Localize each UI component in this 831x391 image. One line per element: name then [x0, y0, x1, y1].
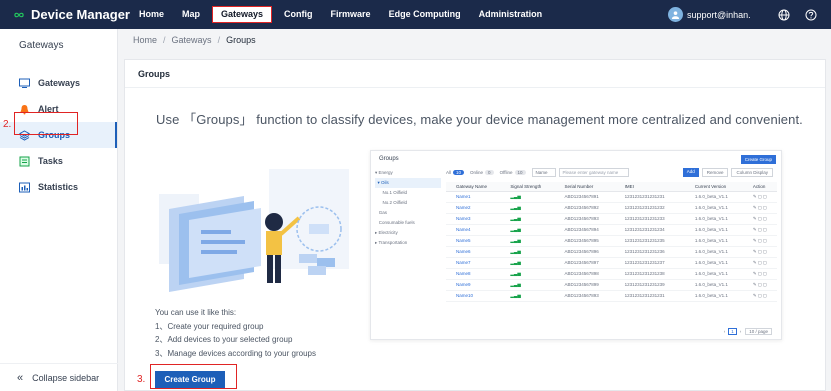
nav-menu: Home Map Gateways Config Firmware Edge C…	[130, 0, 551, 29]
globe-icon[interactable]	[777, 8, 791, 22]
preview-tab-offline: Offline 10	[500, 170, 526, 175]
column-header: Serial Number	[564, 182, 625, 192]
column-header: Current Version	[694, 182, 753, 192]
page-headline: Use 「Groups」 function to classify device…	[156, 112, 803, 127]
sidebar: Gateways Gateways Alert Groups Tasks Sta…	[0, 29, 118, 391]
sidebar-item-label: Statistics	[38, 182, 79, 192]
tree-node: No.1 Oilfield	[382, 190, 408, 195]
groups-illustration	[159, 169, 349, 292]
breadcrumb-home[interactable]: Home	[133, 35, 157, 45]
nav-firmware[interactable]: Firmware	[322, 0, 380, 29]
step-3-highlight	[150, 364, 237, 389]
usage-step: 2、Add devices to your selected group	[155, 335, 293, 344]
preview-remove-button: Remove	[701, 168, 729, 177]
user-name[interactable]: support@inhan...	[687, 10, 751, 20]
table-row: Name8 ▂▃▅ ABD1234567898 1231231231231238 1.6…	[446, 268, 777, 280]
table-row: Name7 ▂▃▅ ABD1234567897 1231231231231237 1.6…	[446, 257, 777, 269]
sidebar-item-label: Tasks	[38, 156, 63, 166]
tree-node: ▾ Oils	[375, 178, 441, 188]
sidebar-item-statistics[interactable]: Statistics	[0, 174, 117, 200]
table-row: Name2 ▂▃▅ ABD1234567892 1231231231231232 1.6…	[446, 202, 777, 214]
column-header: Signal Strength	[510, 182, 565, 192]
sidebar-title: Gateways	[19, 40, 64, 51]
panel-title: Groups	[125, 60, 825, 88]
preview-actions: Add Remove Column Display	[682, 168, 776, 177]
app-title: Device Manager	[31, 7, 130, 22]
breadcrumb-groups: Groups	[226, 35, 256, 45]
tree-node: ▸ Electricity	[375, 230, 398, 235]
collapse-sidebar-button[interactable]: « Collapse sidebar	[0, 363, 118, 391]
column-header: Gateway Name	[456, 182, 511, 192]
top-nav: Device Manager Home Map Gateways Config …	[0, 0, 831, 29]
nav-edge-computing[interactable]: Edge Computing	[380, 0, 470, 29]
preview-create-group-button: Create Group	[740, 155, 776, 164]
statistics-icon	[18, 181, 30, 193]
brand[interactable]: Device Manager	[0, 7, 130, 23]
preview-column-display-button: Column Display	[731, 168, 773, 177]
nav-map[interactable]: Map	[173, 0, 209, 29]
logo-icon	[14, 12, 24, 17]
tasks-icon	[18, 155, 30, 167]
breadcrumb-gateways[interactable]: Gateways	[172, 35, 212, 45]
nav-gateways[interactable]: Gateways	[212, 6, 273, 23]
preview-page-number: 1	[728, 328, 737, 335]
collapse-label: Collapse sidebar	[32, 372, 100, 383]
table-row: Name10 ▂▃▅ ABD1234567893 1231231231231231 1.…	[446, 290, 777, 302]
preview-filter-select: Name	[531, 168, 556, 177]
column-header: Action	[752, 182, 777, 192]
tree-node: Consumable fuels	[378, 220, 415, 225]
table-row: Name5 ▂▃▅ ABD1234567895 1231231231231235 1.6…	[446, 235, 777, 247]
column-header: IMEI	[624, 182, 695, 192]
step-2-highlight	[14, 112, 78, 135]
table-row: Name3 ▂▃▅ ABD1234567893 1231231231231233 1.6…	[446, 213, 777, 225]
avatar[interactable]	[668, 7, 683, 22]
sidebar-item-tasks[interactable]: Tasks	[0, 148, 117, 174]
preview-search-input: Please enter gateway name	[558, 168, 629, 177]
usage-intro: You can use it like this:	[155, 308, 237, 317]
table-row: Name6 ▂▃▅ ABD1234567896 1231231231231236 1.6…	[446, 246, 777, 258]
preview-add-button: Add	[682, 168, 699, 177]
breadcrumb: Home / Gateways / Groups	[133, 35, 256, 45]
preview-tab-online: Online 0	[470, 170, 494, 175]
preview-gateway-table: Gateway Name Signal Strength Serial Numb…	[446, 182, 777, 302]
nav-config[interactable]: Config	[275, 0, 322, 29]
table-row: Name4 ▂▃▅ ABD1234567894 1231231231231234 1.6…	[446, 224, 777, 236]
usage-step: 1、Create your required group	[155, 321, 264, 331]
preview-pagination: ‹ 1 › 10 / page	[724, 328, 772, 335]
preview-tabs: All 10 Online 0 Offline 10 Name Please ente…	[446, 168, 629, 177]
preview-title: Groups	[379, 156, 399, 162]
tree-node: No.2 Oilfield	[382, 200, 408, 205]
double-chevron-left-icon: «	[17, 371, 24, 384]
table-row: Name9 ▂▃▅ ABD1234567899 1231231231231239 1.6…	[446, 279, 777, 291]
gateway-icon	[18, 77, 30, 89]
table-row: Name1 ▂▃▅ ABD1234567891 1231231231231231 1.6…	[446, 191, 777, 203]
step-2-label: 2.	[3, 119, 12, 130]
table-header-row: Gateway Name Signal Strength Serial Numb…	[446, 182, 777, 192]
groups-panel: Groups Use 「Groups」 function to classify…	[124, 59, 826, 391]
preview-page-size: 10 / page	[745, 328, 772, 335]
user-icon	[671, 11, 680, 19]
tree-node: ▾ Energy	[375, 170, 393, 175]
groups-preview-image: Groups Create Group ▾ Energy ▾ Oils No.1…	[370, 150, 782, 340]
preview-tab-all: All 10	[446, 170, 465, 175]
nav-home[interactable]: Home	[130, 0, 173, 29]
tree-node: Gas	[378, 210, 388, 215]
sidebar-item-gateways[interactable]: Gateways	[0, 70, 117, 96]
step-3-label: 3.	[137, 374, 146, 385]
help-icon[interactable]	[804, 8, 818, 22]
nav-administration[interactable]: Administration	[470, 0, 552, 29]
usage-instructions: You can use it like this: 1、Create your …	[155, 306, 316, 360]
usage-step: 3、Manage devices according to your group…	[155, 348, 316, 358]
tree-node: ▸ Transportation	[375, 240, 408, 245]
sidebar-item-label: Gateways	[38, 78, 81, 88]
preview-group-tree: ▾ Energy ▾ Oils No.1 Oilfield No.2 Oilfi…	[375, 168, 441, 248]
